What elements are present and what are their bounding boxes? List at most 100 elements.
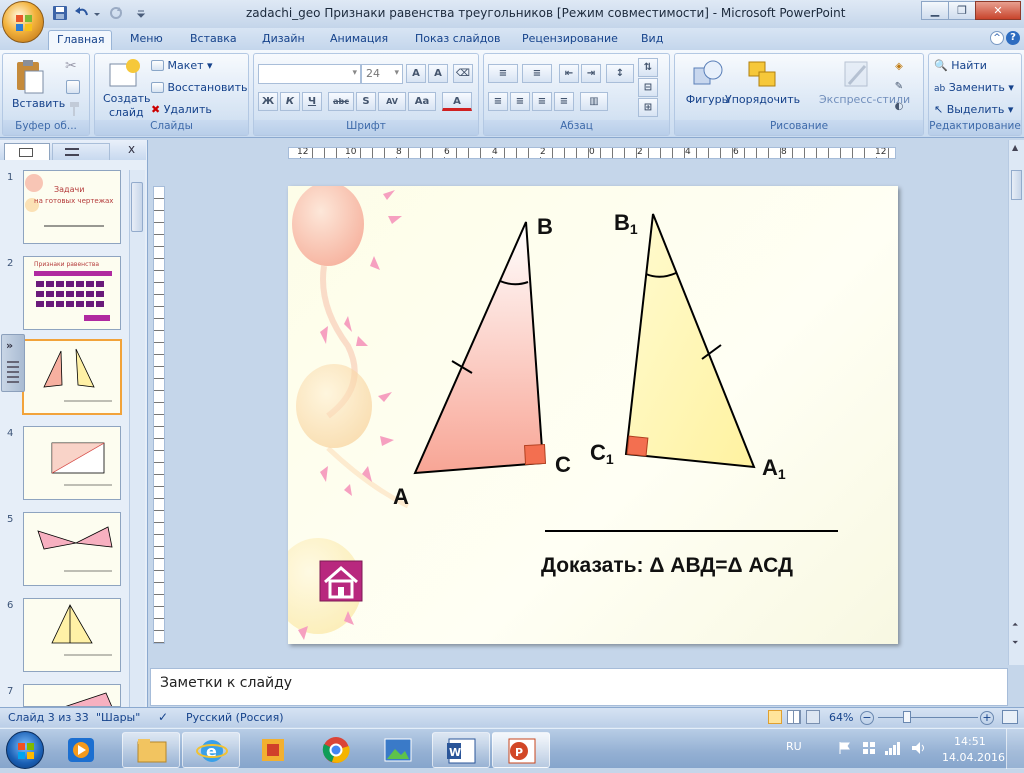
shrink-font-button[interactable]: A xyxy=(428,64,448,83)
slide-thumbnail-5[interactable] xyxy=(23,512,121,586)
action-center-flag-icon[interactable] xyxy=(838,741,852,755)
volume-icon[interactable] xyxy=(910,740,928,756)
clock-time[interactable]: 14:51 xyxy=(954,735,986,748)
decrease-indent-button[interactable]: ⇤ xyxy=(559,64,579,83)
close-button[interactable]: ✕ xyxy=(975,1,1021,20)
slideshow-view-icon[interactable] xyxy=(806,710,820,724)
columns-button[interactable]: ▥ xyxy=(580,92,608,111)
vertical-ruler[interactable] xyxy=(153,186,165,644)
redo-icon[interactable] xyxy=(108,5,124,21)
sorter-view-icon[interactable] xyxy=(787,710,801,724)
line-spacing-button[interactable]: ↕ xyxy=(606,64,634,83)
signal-icon[interactable] xyxy=(884,740,902,756)
minimize-ribbon-icon[interactable]: ^ xyxy=(990,31,1004,45)
slide-thumbnail-1[interactable]: Задачи на готовых чертежах xyxy=(23,170,121,244)
bullets-button[interactable]: ≡ xyxy=(488,64,518,83)
strikethrough-button[interactable]: abc xyxy=(328,92,354,111)
text-direction-button[interactable]: ⇅ xyxy=(638,58,658,77)
save-icon[interactable] xyxy=(52,5,68,21)
justify-button[interactable]: ≡ xyxy=(554,92,574,111)
tab-slides[interactable] xyxy=(4,143,50,160)
horizontal-ruler[interactable]: 12 10 8 6 4 2 0 2 4 6 8 12 xyxy=(288,147,896,159)
minimize-button[interactable]: ▁ xyxy=(921,1,949,20)
taskbar-ie[interactable]: e xyxy=(182,732,240,768)
new-slide-button[interactable]: Создать слайд xyxy=(101,58,151,119)
paint-app-icon[interactable] xyxy=(258,735,288,765)
slide-thumbnail-3[interactable] xyxy=(22,339,122,415)
thumbnails-scrollbar[interactable] xyxy=(129,170,145,707)
find-button[interactable]: 🔍 Найти xyxy=(934,59,987,72)
undo-icon[interactable] xyxy=(74,5,90,21)
taskbar-powerpoint[interactable]: P xyxy=(492,732,550,768)
taskbar-explorer[interactable] xyxy=(122,732,180,768)
help-icon[interactable]: ? xyxy=(1006,31,1020,45)
shadow-button[interactable]: S xyxy=(356,92,376,111)
align-left-button[interactable]: ≡ xyxy=(488,92,508,111)
slide-canvas[interactable]: B A C B1 C1 A1 Доказать: Δ АВД=Δ АСД xyxy=(288,186,898,644)
tab-outline[interactable] xyxy=(52,143,110,160)
font-size-field[interactable]: 24 ▾ xyxy=(361,64,403,84)
copy-icon[interactable] xyxy=(66,80,80,94)
language-indicator[interactable]: Русский (Россия) xyxy=(186,711,284,724)
prev-slide-icon[interactable]: ⏶ xyxy=(1012,620,1018,630)
underline-button[interactable]: Ч xyxy=(302,92,322,111)
tab-insert[interactable]: Вставка xyxy=(182,30,245,50)
show-desktop-button[interactable] xyxy=(1006,729,1024,769)
zoom-out-icon[interactable]: − xyxy=(860,711,874,725)
change-case-button[interactable]: Aa xyxy=(408,92,436,111)
reset-button[interactable]: Восстановить xyxy=(151,81,247,94)
keyboard-language[interactable]: RU xyxy=(786,740,802,753)
customize-qat-icon[interactable] xyxy=(136,5,146,21)
clear-format-button[interactable]: ⌫ xyxy=(453,64,473,83)
taskbar-word[interactable]: W xyxy=(432,732,490,768)
smartart-button[interactable]: ⊞ xyxy=(638,98,658,117)
triangle-a1b1c1[interactable] xyxy=(624,213,756,469)
panel-grip-handle[interactable]: » xyxy=(1,334,25,392)
start-button[interactable] xyxy=(6,731,44,769)
font-name-field[interactable]: ▾ xyxy=(258,64,361,84)
photo-viewer-icon[interactable] xyxy=(382,735,414,765)
shape-effects-icon[interactable]: ◐ xyxy=(889,98,909,117)
zoom-in-icon[interactable]: + xyxy=(980,711,994,725)
fit-slide-icon[interactable] xyxy=(1002,710,1018,724)
network-icon[interactable] xyxy=(862,741,876,755)
zoom-level[interactable]: 64% xyxy=(829,711,853,724)
align-center-button[interactable]: ≡ xyxy=(510,92,530,111)
office-button[interactable] xyxy=(2,1,44,43)
spacing-button[interactable]: AV xyxy=(378,92,406,111)
tab-review[interactable]: Рецензирование xyxy=(514,30,626,50)
theme-name[interactable]: "Шары" xyxy=(96,711,140,724)
italic-button[interactable]: К xyxy=(280,92,300,111)
align-right-button[interactable]: ≡ xyxy=(532,92,552,111)
shape-outline-icon[interactable]: ✎ xyxy=(889,78,909,97)
format-painter-icon[interactable] xyxy=(65,101,81,117)
quick-styles-button[interactable]: Экспресс-стили xyxy=(819,58,910,118)
shape-fill-icon[interactable]: ◈ xyxy=(889,58,909,77)
zoom-slider[interactable] xyxy=(878,717,978,718)
slide-thumbnail-2[interactable]: Признаки равенства xyxy=(23,256,121,330)
zoom-slider-thumb[interactable] xyxy=(903,711,911,723)
slide-scrollbar[interactable]: ▲ ⏶ ⏷ xyxy=(1008,140,1024,665)
media-player-icon[interactable] xyxy=(66,736,96,764)
tab-menu[interactable]: Меню xyxy=(122,30,171,50)
slide-thumbnail-7[interactable] xyxy=(23,684,121,707)
paste-button[interactable]: Вставить xyxy=(12,59,65,117)
tab-slideshow[interactable]: Показ слайдов xyxy=(407,30,509,50)
layout-button[interactable]: Макет ▾ xyxy=(151,59,213,72)
notes-pane[interactable]: Заметки к слайду xyxy=(150,668,1008,706)
undo-dropdown-icon[interactable] xyxy=(92,5,102,21)
slide-thumbnail-6[interactable] xyxy=(23,598,121,672)
select-button[interactable]: ↖ Выделить ▾ xyxy=(934,103,1013,116)
delete-slide-button[interactable]: ✖ Удалить xyxy=(151,103,212,116)
cut-icon[interactable]: ✂ xyxy=(65,58,81,74)
next-slide-icon[interactable]: ⏷ xyxy=(1012,638,1018,648)
replace-button[interactable]: ab Заменить ▾ xyxy=(934,81,1014,94)
scroll-up-icon[interactable]: ▲ xyxy=(1012,143,1018,152)
normal-view-icon[interactable] xyxy=(768,710,782,724)
slide-thumbnail-4[interactable] xyxy=(23,426,121,500)
increase-indent-button[interactable]: ⇥ xyxy=(581,64,601,83)
align-text-button[interactable]: ⊟ xyxy=(638,78,658,97)
font-color-button[interactable]: A xyxy=(442,92,472,111)
tab-view[interactable]: Вид xyxy=(633,30,671,50)
close-panel-icon[interactable]: x xyxy=(128,142,135,156)
